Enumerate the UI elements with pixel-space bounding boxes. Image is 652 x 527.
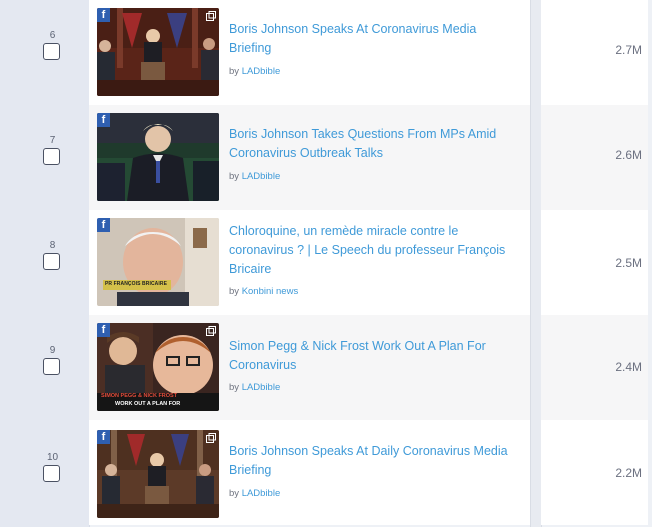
- right-edge: [648, 0, 652, 527]
- rank-number: 9: [49, 345, 56, 356]
- row-select-checkbox[interactable]: [43, 148, 60, 165]
- byline-prefix: by: [229, 382, 240, 393]
- source-link[interactable]: Konbini news: [242, 286, 299, 297]
- byline-prefix: by: [229, 488, 240, 499]
- video-thumbnail[interactable]: f: [97, 113, 219, 201]
- video-thumbnail[interactable]: f: [97, 8, 219, 96]
- view-count: 2.6M: [615, 148, 642, 162]
- rank-number: 6: [49, 30, 56, 41]
- view-count: 2.7M: [615, 43, 642, 57]
- video-title-link[interactable]: Chloroquine, un remède miracle contre le…: [229, 222, 509, 279]
- source-link[interactable]: LADbible: [242, 171, 281, 182]
- rank-number: 7: [49, 135, 56, 146]
- video-thumbnail[interactable]: f PR FRANÇOIS BRICAIRE: [97, 218, 219, 306]
- video-title-link[interactable]: Simon Pegg & Nick Frost Work Out A Plan …: [229, 337, 509, 375]
- row-select-checkbox[interactable]: [43, 253, 60, 270]
- rank-number: 10: [46, 452, 59, 463]
- video-byline: by LADbible: [229, 171, 280, 182]
- view-count: 2.2M: [615, 466, 642, 480]
- video-thumbnail[interactable]: f: [97, 430, 219, 518]
- row-select-checkbox[interactable]: [43, 358, 60, 375]
- source-link[interactable]: LADbible: [242, 66, 281, 77]
- rank-number: 8: [49, 240, 56, 251]
- facebook-icon: f: [97, 113, 110, 127]
- video-title-link[interactable]: Boris Johnson Speaks At Daily Coronaviru…: [229, 442, 509, 480]
- video-title-link[interactable]: Boris Johnson Takes Questions From MPs A…: [229, 125, 509, 163]
- view-count: 2.5M: [615, 256, 642, 270]
- byline-prefix: by: [229, 66, 240, 77]
- facebook-icon: f: [97, 8, 110, 22]
- thumbnail-caption: PR FRANÇOIS BRICAIRE: [105, 281, 168, 287]
- source-link[interactable]: LADbible: [242, 382, 281, 393]
- external-link-icon[interactable]: [206, 11, 216, 21]
- video-byline: by LADbible: [229, 66, 280, 77]
- facebook-icon: f: [97, 430, 110, 444]
- byline-prefix: by: [229, 171, 240, 182]
- byline-prefix: by: [229, 286, 240, 297]
- external-link-icon[interactable]: [206, 326, 216, 336]
- facebook-icon: f: [97, 323, 110, 337]
- row-select-checkbox[interactable]: [43, 465, 60, 482]
- external-link-icon[interactable]: [206, 433, 216, 443]
- thumbnail-caption: WORK OUT A PLAN FOR: [115, 401, 181, 407]
- video-thumbnail[interactable]: f SIMON PEGG & NICK FROST WORK OUT A PLA…: [97, 323, 219, 411]
- view-count: 2.4M: [615, 360, 642, 374]
- thumbnail-caption: SIMON PEGG & NICK FROST: [101, 393, 178, 399]
- video-byline: by Konbini news: [229, 286, 298, 297]
- facebook-icon: f: [97, 218, 110, 232]
- source-link[interactable]: LADbible: [242, 488, 281, 499]
- video-title-link[interactable]: Boris Johnson Speaks At Coronavirus Medi…: [229, 20, 509, 58]
- video-byline: by LADbible: [229, 382, 280, 393]
- video-byline: by LADbible: [229, 488, 280, 499]
- row-select-checkbox[interactable]: [43, 43, 60, 60]
